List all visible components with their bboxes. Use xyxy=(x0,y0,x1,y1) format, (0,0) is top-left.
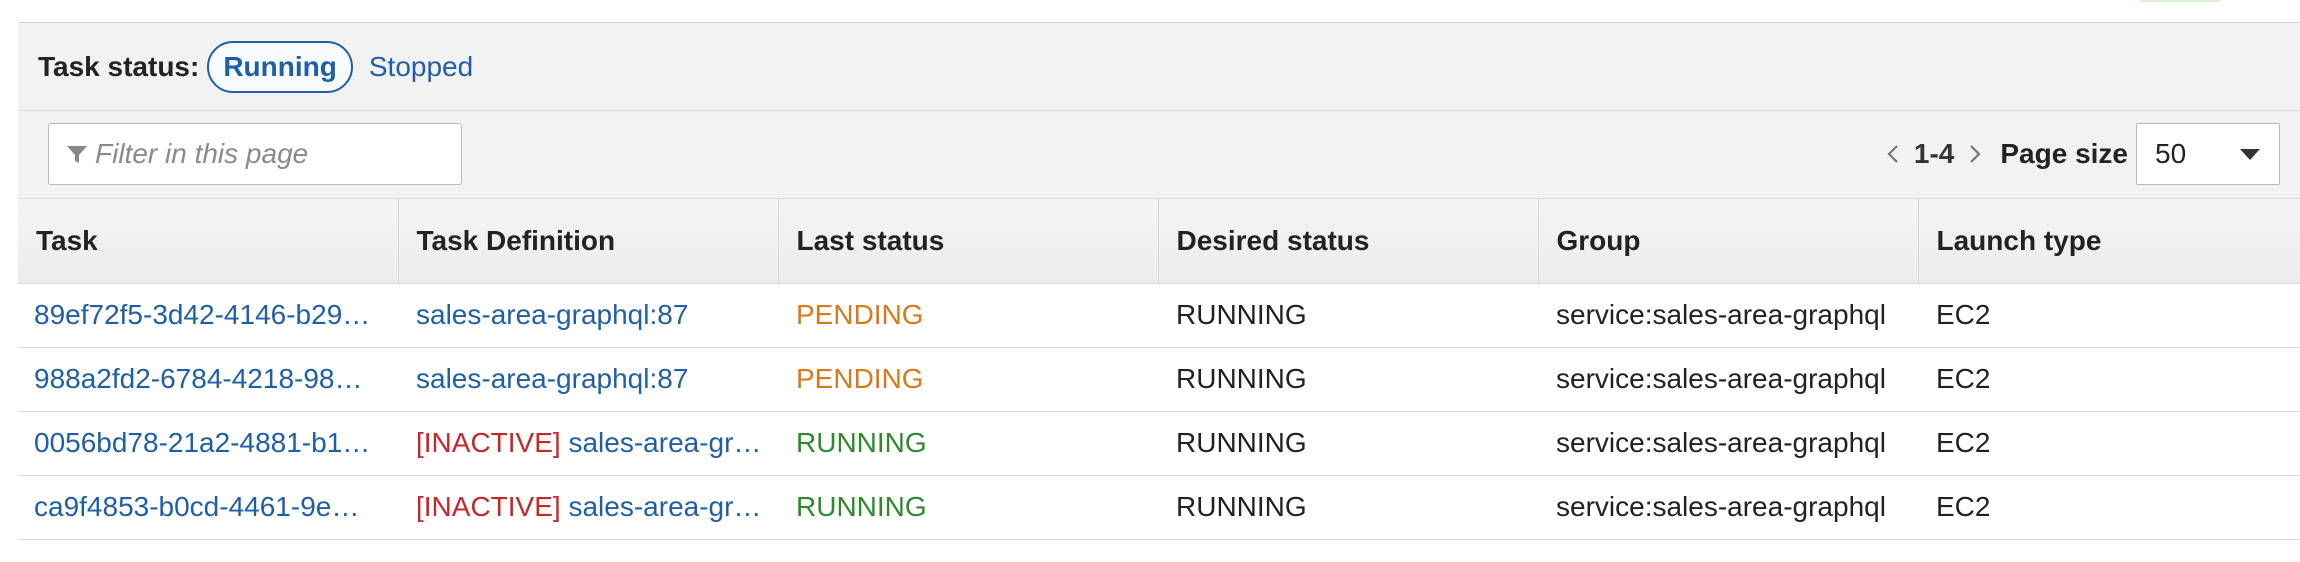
column-header-task[interactable]: Task xyxy=(18,199,399,284)
chevron-left-icon xyxy=(1887,145,1898,163)
last-status-cell: RUNNING xyxy=(778,411,1158,476)
page-size-select[interactable]: 50 xyxy=(2136,123,2280,185)
table-row: 0056bd78-21a2-4881-b1… [INACTIVE] sales-… xyxy=(18,411,2300,476)
launch-type-cell: EC2 xyxy=(1918,347,2300,412)
tasks-panel: Task status: Running Stopped 1-4 Page si… xyxy=(18,22,2300,542)
task-definition-link[interactable]: sales-area-gr… xyxy=(568,491,761,522)
desired-status-cell: RUNNING xyxy=(1158,283,1538,348)
column-header-last-status[interactable]: Last status xyxy=(778,199,1159,284)
table-header-row: Task Task Definition Last status Desired… xyxy=(18,199,2300,284)
task-id-link[interactable]: 89ef72f5-3d42-4146-b29… xyxy=(18,283,398,348)
launch-type-cell: EC2 xyxy=(1918,411,2300,476)
task-id-link[interactable]: ca9f4853-b0cd-4461-9e… xyxy=(18,475,398,540)
group-cell: service:sales-area-graphql xyxy=(1538,411,1918,476)
prev-page-button[interactable] xyxy=(1882,140,1904,168)
column-header-task-definition[interactable]: Task Definition xyxy=(398,199,779,284)
task-definition-cell: [INACTIVE] sales-area-gr… xyxy=(398,475,778,540)
page-size-label: Page size xyxy=(2000,138,2128,169)
column-header-launch-type[interactable]: Launch type xyxy=(1918,199,2300,284)
top-accent-bar xyxy=(2140,0,2220,2)
next-page-button[interactable] xyxy=(1964,140,1986,168)
task-status-stopped-link[interactable]: Stopped xyxy=(369,51,473,83)
task-definition-cell: [INACTIVE] sales-area-gr… xyxy=(398,411,778,476)
table-row: ca9f4853-b0cd-4461-9e… [INACTIVE] sales-… xyxy=(18,475,2300,540)
task-definition-cell: sales-area-graphql:87 xyxy=(398,347,778,412)
desired-status-cell: RUNNING xyxy=(1158,475,1538,540)
group-cell: service:sales-area-graphql xyxy=(1538,283,1918,348)
group-cell: service:sales-area-graphql xyxy=(1538,475,1918,540)
pagination: 1-4 Page size 50 xyxy=(1882,123,2280,185)
filter-icon xyxy=(67,146,87,163)
task-status-label: Task status: xyxy=(38,50,200,82)
last-status-cell: PENDING xyxy=(778,347,1158,412)
column-header-desired-status[interactable]: Desired status xyxy=(1158,199,1539,284)
desired-status-cell: RUNNING xyxy=(1158,411,1538,476)
task-definition-cell: sales-area-graphql:87 xyxy=(398,283,778,348)
page-size-value: 50 xyxy=(2155,138,2187,169)
table-row: 988a2fd2-6784-4218-98… sales-area-graphq… xyxy=(18,347,2300,412)
task-status-running-button[interactable]: Running xyxy=(207,40,353,93)
filter-field[interactable] xyxy=(48,123,462,185)
caret-down-icon xyxy=(2240,149,2260,160)
column-header-group[interactable]: Group xyxy=(1538,199,1919,284)
table-row: 89ef72f5-3d42-4146-b29… sales-area-graph… xyxy=(18,283,2300,348)
launch-type-cell: EC2 xyxy=(1918,283,2300,348)
chevron-right-icon xyxy=(1970,145,1981,163)
task-id-link[interactable]: 0056bd78-21a2-4881-b1… xyxy=(18,411,398,476)
inactive-badge: [INACTIVE] xyxy=(416,427,561,458)
group-cell: service:sales-area-graphql xyxy=(1538,347,1918,412)
task-definition-link[interactable]: sales-area-graphql:87 xyxy=(416,299,688,330)
filter-toolbar: 1-4 Page size 50 xyxy=(18,111,2300,199)
launch-type-cell: EC2 xyxy=(1918,475,2300,540)
last-status-cell: RUNNING xyxy=(778,475,1158,540)
page-range: 1-4 xyxy=(1913,138,1955,169)
task-definition-link[interactable]: sales-area-gr… xyxy=(568,427,761,458)
task-definition-link[interactable]: sales-area-graphql:87 xyxy=(416,363,688,394)
task-status-bar: Task status: Running Stopped xyxy=(18,23,2300,111)
inactive-badge: [INACTIVE] xyxy=(416,491,561,522)
tasks-table: Task Task Definition Last status Desired… xyxy=(18,199,2300,540)
last-status-cell: PENDING xyxy=(778,283,1158,348)
task-id-link[interactable]: 988a2fd2-6784-4218-98… xyxy=(18,347,398,412)
desired-status-cell: RUNNING xyxy=(1158,347,1538,412)
filter-input[interactable] xyxy=(95,138,455,170)
